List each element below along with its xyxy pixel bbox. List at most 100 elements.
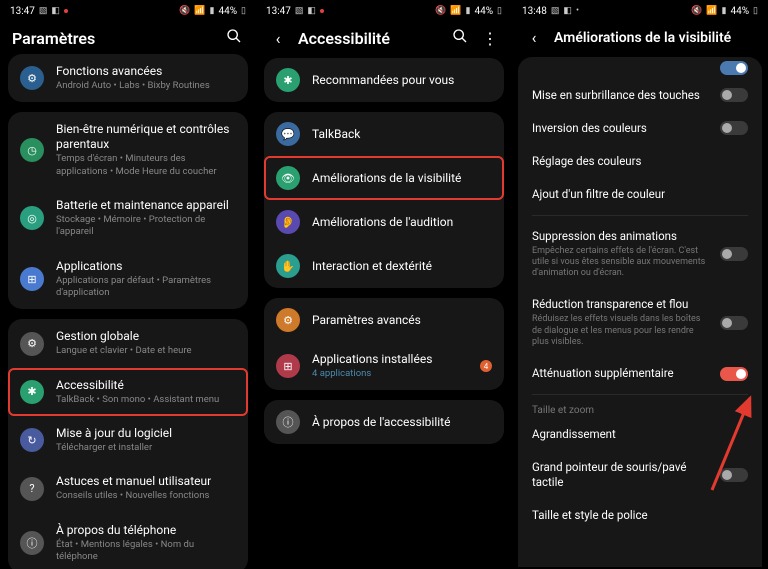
- gear-icon: ⚙: [276, 308, 300, 332]
- setting-title: Mise en surbrillance des touches: [532, 88, 710, 103]
- status-bar: 13:47 ▧ ◧ 🔇 📶 ▮ 44% ▯: [0, 0, 256, 22]
- item-visibility[interactable]: 👁 Améliorations de la visibilité: [264, 156, 504, 200]
- item-title: Améliorations de la visibilité: [312, 171, 492, 186]
- battery-icon: ▯: [241, 6, 246, 16]
- setting-row-partial[interactable]: [518, 57, 762, 79]
- item-subtitle: Langue et clavier • Date et heure: [56, 345, 236, 357]
- setting-title: Réglage des couleurs: [532, 154, 748, 169]
- item-title: Batterie et maintenance appareil: [56, 198, 236, 213]
- visibility-icon: 👁: [276, 166, 300, 190]
- settings-item-tips[interactable]: ? Astuces et manuel utilisateur Conseils…: [8, 464, 248, 512]
- item-title: Mise à jour du logiciel: [56, 426, 236, 441]
- item-recommended[interactable]: ✱ Recommandées pour vous: [264, 58, 504, 102]
- accessibility-panel: 13:47 ▧ ◧ 🔇 📶 ▮ 44% ▯ ‹ Accessibilité ⋮ …: [256, 0, 512, 569]
- setting-magnification[interactable]: Agrandissement: [518, 418, 762, 451]
- status-app-icon: ▧: [39, 6, 48, 16]
- item-subtitle: Stockage • Mémoire • Protection de l'app…: [56, 214, 236, 239]
- item-about-accessibility[interactable]: ⓘ À propos de l'accessibilité: [264, 400, 504, 444]
- accessibility-icon: ✱: [20, 380, 44, 404]
- setting-title: Ajout d'un filtre de couleur: [532, 187, 748, 202]
- status-time: 13:47: [10, 6, 35, 17]
- apps-icon: ⊞: [20, 267, 44, 291]
- settings-item-general[interactable]: ⚙ Gestion globale Langue et clavier • Da…: [8, 319, 248, 367]
- status-bar: 13:48 ▧ ◧ • 🔇 📶 ▮ 44% ▯: [512, 0, 768, 22]
- settings-item-wellbeing[interactable]: ◷ Bien-être numérique et contrôles paren…: [8, 112, 248, 188]
- setting-font-size[interactable]: Taille et style de police: [518, 499, 762, 532]
- settings-item-apps[interactable]: ⊞ Applications Applications par défaut •…: [8, 249, 248, 310]
- general-icon: ⚙: [20, 332, 44, 356]
- item-advanced-settings[interactable]: ⚙ Paramètres avancés: [264, 298, 504, 342]
- toggle[interactable]: [720, 121, 748, 135]
- item-title: Gestion globale: [56, 329, 236, 344]
- mute-icon: 🔇: [691, 6, 702, 16]
- item-title: TalkBack: [312, 127, 492, 142]
- status-app-icon: ▧: [295, 6, 304, 16]
- toggle[interactable]: [720, 468, 748, 482]
- setting-title: Agrandissement: [532, 427, 748, 442]
- item-subtitle: 4 applications: [312, 368, 468, 380]
- settings-item-update[interactable]: ↻ Mise à jour du logiciel Télécharger et…: [8, 416, 248, 464]
- item-interaction[interactable]: ✋ Interaction et dextérité: [264, 244, 504, 288]
- toggle[interactable]: [720, 88, 748, 102]
- wellbeing-icon: ◷: [20, 138, 44, 162]
- wifi-icon: 📶: [450, 6, 461, 16]
- settings-group: 💬 TalkBack 👁 Améliorations de la visibil…: [264, 112, 504, 288]
- battery-care-icon: ◎: [20, 206, 44, 230]
- status-time: 13:47: [266, 6, 291, 17]
- search-icon[interactable]: [224, 28, 244, 48]
- item-title: Interaction et dextérité: [312, 259, 492, 274]
- toggle[interactable]: [720, 316, 748, 330]
- setting-reduce-transparency[interactable]: Réduction transparence et flou Réduisez …: [518, 288, 762, 357]
- item-installed-apps[interactable]: ⊞ Applications installées 4 applications…: [264, 342, 504, 390]
- search-icon[interactable]: [450, 28, 470, 48]
- battery-percent: 44%: [218, 6, 237, 17]
- interaction-icon: ✋: [276, 254, 300, 278]
- item-title: Applications installées: [312, 352, 468, 367]
- settings-item-accessibility[interactable]: ✱ Accessibilité TalkBack • Son mono • As…: [8, 368, 248, 416]
- item-title: Accessibilité: [56, 378, 236, 393]
- setting-extra-dim[interactable]: Atténuation supplémentaire: [518, 357, 762, 390]
- item-subtitle: Android Auto • Labs • Bixby Routines: [56, 80, 236, 92]
- back-icon[interactable]: ‹: [268, 29, 288, 48]
- back-icon[interactable]: ‹: [524, 28, 544, 47]
- item-subtitle: TalkBack • Son mono • Assistant menu: [56, 394, 236, 406]
- signal-icon: ▮: [722, 6, 727, 16]
- setting-color-inversion[interactable]: Inversion des couleurs: [518, 112, 762, 145]
- status-bar: 13:47 ▧ ◧ 🔇 📶 ▮ 44% ▯: [256, 0, 512, 22]
- item-subtitle: Conseils utiles • Nouvelles fonctions: [56, 490, 236, 502]
- toggle[interactable]: [720, 61, 748, 75]
- settings-item-advanced[interactable]: ⚙ Fonctions avancées Android Auto • Labs…: [8, 54, 248, 102]
- mute-icon: 🔇: [435, 6, 446, 16]
- status-recording-icon: [64, 9, 68, 13]
- item-title: Améliorations de l'audition: [312, 215, 492, 230]
- toggle[interactable]: [720, 247, 748, 261]
- setting-color-filter[interactable]: Ajout d'un filtre de couleur: [518, 178, 762, 211]
- setting-highlight-buttons[interactable]: Mise en surbrillance des touches: [518, 79, 762, 112]
- setting-color-adjust[interactable]: Réglage des couleurs: [518, 145, 762, 178]
- toggle-extra-dim[interactable]: [720, 367, 748, 381]
- settings-item-battery[interactable]: ◎ Batterie et maintenance appareil Stock…: [8, 188, 248, 249]
- item-title: Recommandées pour vous: [312, 73, 492, 88]
- setting-large-pointer[interactable]: Grand pointeur de souris/pavé tactile: [518, 451, 762, 499]
- item-title: Paramètres avancés: [312, 313, 492, 328]
- item-subtitle: État • Mentions légales • Nom du télépho…: [56, 539, 236, 564]
- item-talkback[interactable]: 💬 TalkBack: [264, 112, 504, 156]
- tips-icon: ?: [20, 477, 44, 501]
- battery-icon: ▯: [497, 6, 502, 16]
- setting-title: Inversion des couleurs: [532, 121, 710, 136]
- item-hearing[interactable]: 👂 Améliorations de l'audition: [264, 200, 504, 244]
- setting-title: Suppression des animations: [532, 229, 710, 244]
- talkback-icon: 💬: [276, 122, 300, 146]
- settings-item-about[interactable]: ⓘ À propos du téléphone État • Mentions …: [8, 513, 248, 569]
- signal-icon: ▮: [466, 6, 471, 16]
- item-title: Bien-être numérique et contrôles parenta…: [56, 122, 236, 152]
- hearing-icon: 👂: [276, 210, 300, 234]
- setting-remove-animations[interactable]: Suppression des animations Empêchez cert…: [518, 220, 762, 289]
- settings-group: ⚙ Gestion globale Langue et clavier • Da…: [8, 319, 248, 569]
- status-recording-icon: [320, 9, 324, 13]
- more-icon[interactable]: ⋮: [480, 29, 500, 48]
- divider: [532, 394, 748, 395]
- item-title: À propos du téléphone: [56, 523, 236, 538]
- status-app-icon: ▧: [551, 6, 560, 16]
- header: ‹ Améliorations de la visibilité: [512, 22, 768, 57]
